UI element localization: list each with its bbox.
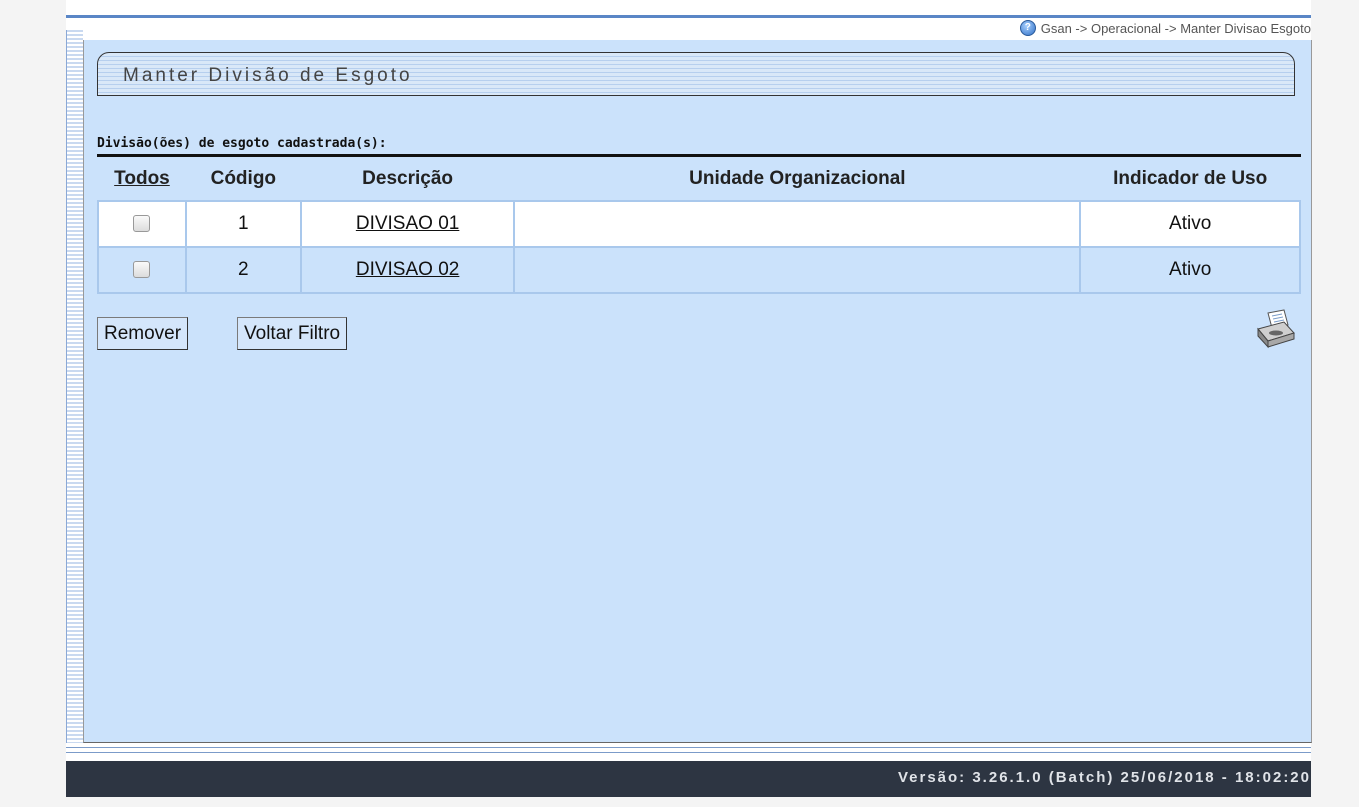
footer-separator bbox=[66, 747, 1311, 748]
select-all-link[interactable]: Todos bbox=[114, 168, 170, 189]
main-panel: Manter Divisão de Esgoto Divisão(ões) de… bbox=[83, 40, 1312, 743]
printer-icon[interactable] bbox=[1254, 309, 1296, 349]
help-icon[interactable]: ? bbox=[1019, 20, 1036, 36]
cell-descricao: DIVISAO 02 bbox=[299, 246, 516, 294]
app-frame: ? Gsan -> Operacional -> Manter Divisao … bbox=[66, 0, 1312, 797]
row-checkbox-cell bbox=[97, 200, 187, 248]
header-indicador: Indicador de Uso bbox=[1113, 167, 1268, 189]
cell-descricao: DIVISAO 01 bbox=[299, 200, 516, 248]
cell-codigo: 2 bbox=[184, 246, 302, 294]
division-link[interactable]: DIVISAO 02 bbox=[356, 259, 460, 280]
breadcrumb-text: Gsan -> Operacional -> Manter Divisao Es… bbox=[1040, 20, 1311, 36]
cell-unidade bbox=[513, 246, 1082, 294]
footer-separator bbox=[66, 752, 1311, 753]
table-row: 1 DIVISAO 01 Ativo bbox=[97, 200, 1301, 248]
top-accent-line bbox=[66, 15, 1311, 18]
table-header-row: Todos Código Descrição Unidade Organizac… bbox=[98, 157, 1300, 201]
header-unidade: Unidade Organizacional bbox=[689, 167, 906, 189]
cell-indicador: Ativo bbox=[1079, 200, 1301, 248]
header-todos[interactable]: Todos bbox=[98, 157, 186, 201]
division-link[interactable]: DIVISAO 01 bbox=[356, 213, 460, 234]
breadcrumb: ? Gsan -> Operacional -> Manter Divisao … bbox=[1019, 20, 1311, 36]
page-title: Manter Divisão de Esgoto bbox=[123, 65, 413, 86]
table-row: 2 DIVISAO 02 Ativo bbox=[97, 246, 1301, 294]
version-footer: Versão: 3.26.1.0 (Batch) 25/06/2018 - 18… bbox=[66, 761, 1311, 797]
row-checkbox-cell bbox=[97, 246, 187, 294]
row-checkbox[interactable] bbox=[133, 261, 151, 279]
left-side-stripe bbox=[66, 30, 83, 743]
section-label: Divisão(ões) de esgoto cadastrada(s): bbox=[97, 136, 387, 151]
header-descricao: Descrição bbox=[362, 167, 454, 189]
remove-button[interactable]: Remover bbox=[97, 317, 189, 350]
header-codigo: Código bbox=[210, 167, 277, 189]
row-checkbox[interactable] bbox=[133, 215, 151, 233]
cell-indicador: Ativo bbox=[1079, 246, 1301, 294]
title-tab: Manter Divisão de Esgoto bbox=[97, 52, 1295, 96]
cell-unidade bbox=[513, 200, 1082, 248]
back-to-filter-button[interactable]: Voltar Filtro bbox=[237, 317, 348, 350]
divisions-table: Todos Código Descrição Unidade Organizac… bbox=[97, 157, 1301, 294]
cell-codigo: 1 bbox=[184, 200, 302, 248]
